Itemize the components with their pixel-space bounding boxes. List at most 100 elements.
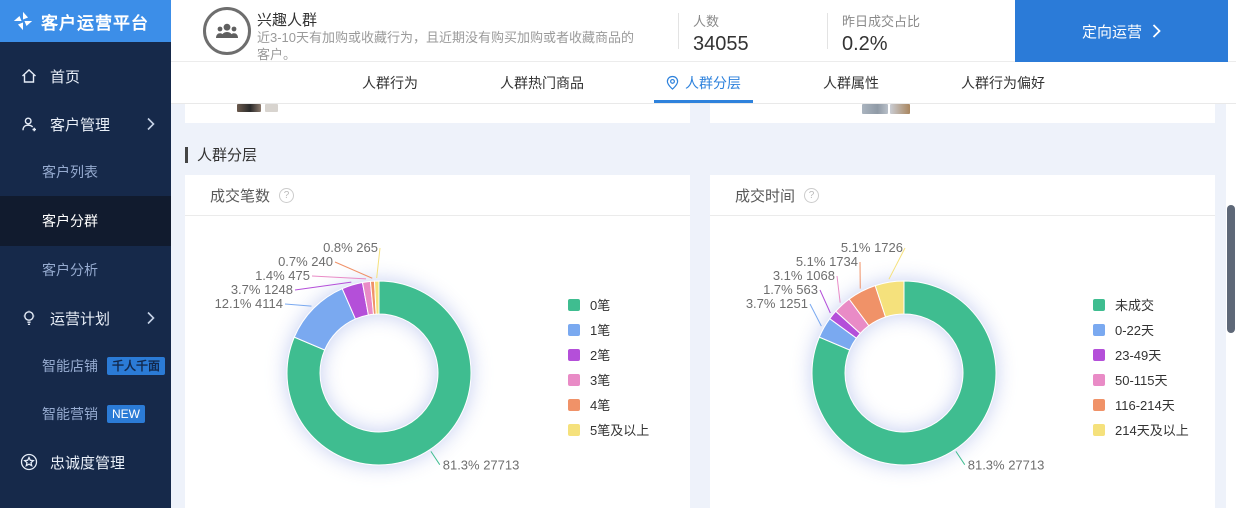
user-icon — [20, 115, 38, 133]
people-group-icon — [213, 20, 241, 42]
legend-swatch — [1093, 399, 1105, 411]
section-accent-bar — [185, 147, 188, 163]
legend-item[interactable]: 3笔 — [568, 367, 649, 392]
section-title: 人群分层 — [197, 144, 257, 165]
legend-item[interactable]: 1笔 — [568, 317, 649, 342]
slice-label: 12.1% 4114 — [215, 296, 283, 311]
chevron-right-icon — [1152, 24, 1161, 38]
product-thumbnail — [237, 104, 261, 112]
sidebar-item-customer-segment[interactable]: 客户分群 — [0, 196, 171, 246]
legend-swatch — [1093, 374, 1105, 386]
slice-label: 0.7% 240 — [278, 254, 333, 269]
tab-segmentation[interactable]: 人群分层 — [654, 62, 753, 103]
sidebar-item-smart-marketing[interactable]: 智能营销 NEW — [0, 390, 171, 438]
slice-label: 81.3% 27713 — [968, 458, 1045, 473]
legend-swatch — [568, 299, 580, 311]
label-leader-line — [285, 304, 311, 306]
sidebar-item-customer-analysis[interactable]: 客户分析 — [0, 246, 171, 294]
divider — [678, 13, 679, 49]
legend-item[interactable]: 未成交 — [1093, 292, 1189, 317]
legend-swatch — [1093, 349, 1105, 361]
legend-item[interactable]: 50-115天 — [1093, 367, 1189, 392]
chart-card-transaction-time: 成交时间 ? 81.3% 27713 3.7% 12511.7% 5633.1% … — [710, 175, 1215, 508]
legend-swatch — [568, 349, 580, 361]
slice-label: 1.4% 475 — [255, 268, 310, 283]
slice-label: 5.1% 1734 — [796, 254, 858, 269]
app-title: 客户运营平台 — [41, 9, 149, 34]
slice-label: 3.7% 1251 — [746, 296, 808, 311]
slice-label: 3.7% 1248 — [231, 282, 293, 297]
help-icon[interactable]: ? — [804, 188, 819, 203]
chart-legend: 0笔 1笔 2笔 3笔 4笔 5笔及以上 — [568, 292, 649, 442]
sidebar-item-loyalty-management[interactable]: 忠诚度管理 — [0, 438, 171, 486]
scrollbar-track[interactable] — [1226, 104, 1236, 508]
audience-name: 兴趣人群 — [257, 9, 317, 30]
tab-behavior-preference[interactable]: 人群行为偏好 — [949, 62, 1057, 103]
home-icon — [20, 67, 38, 85]
legend-item[interactable]: 5笔及以上 — [568, 417, 649, 442]
sidebar: 客户运营平台 首页 客户管理 客户列表 客户分群 客户分析 运营计划 — [0, 0, 171, 508]
label-leader-line — [431, 451, 440, 464]
label-leader-line — [956, 451, 965, 464]
product-thumbnail — [862, 104, 888, 114]
legend-item[interactable]: 0笔 — [568, 292, 649, 317]
badge: 千人千面 — [107, 357, 165, 375]
legend-item[interactable]: 0-22天 — [1093, 317, 1189, 342]
label-leader-line — [335, 262, 372, 278]
chevron-right-icon — [147, 118, 155, 131]
slice-label: 5.1% 1726 — [841, 240, 903, 255]
section-header: 人群分层 — [185, 144, 257, 165]
legend-item[interactable]: 4笔 — [568, 392, 649, 417]
sidebar-item-smart-shop[interactable]: 智能店铺 千人千面 — [0, 342, 171, 390]
label-leader-line — [810, 304, 821, 326]
chart-title: 成交笔数 — [210, 185, 270, 206]
chevron-right-icon — [147, 312, 155, 325]
sidebar-nav: 首页 客户管理 客户列表 客户分群 客户分析 运营计划 智能店铺 千人千面 — [0, 42, 171, 486]
clipped-card — [710, 104, 1215, 123]
badge: NEW — [107, 405, 145, 423]
targeted-operation-button[interactable]: 定向运营 — [1015, 0, 1228, 62]
product-thumbnail — [265, 104, 278, 112]
legend-item[interactable]: 116-214天 — [1093, 392, 1189, 417]
app-logo[interactable]: 客户运营平台 — [0, 0, 171, 42]
sidebar-item-home[interactable]: 首页 — [0, 52, 171, 100]
donut-chart: 81.3% 277133.7% 12511.7% 5633.1% 10685.1… — [710, 216, 1215, 508]
audience-description: 近3-10天有加购或收藏行为，且近期没有购买加购或者收藏商品的客户。 — [257, 29, 637, 63]
label-leader-line — [312, 276, 366, 279]
medal-icon — [20, 453, 38, 471]
sidebar-item-customer-list[interactable]: 客户列表 — [0, 148, 171, 196]
clipped-card — [185, 104, 690, 123]
legend-swatch — [1093, 324, 1105, 336]
sidebar-item-operation-plan[interactable]: 运营计划 — [0, 294, 171, 342]
label-leader-line — [820, 290, 830, 313]
slice-label: 0.8% 265 — [323, 240, 378, 255]
legend-item[interactable]: 23-49天 — [1093, 342, 1189, 367]
divider — [827, 13, 828, 49]
bulb-icon — [20, 309, 38, 327]
help-icon[interactable]: ? — [279, 188, 294, 203]
legend-item[interactable]: 214天及以上 — [1093, 417, 1189, 442]
legend-swatch — [568, 374, 580, 386]
stat-value: 34055 — [693, 33, 749, 56]
legend-swatch — [568, 424, 580, 436]
tab-attributes[interactable]: 人群属性 — [811, 62, 891, 103]
legend-swatch — [568, 324, 580, 336]
label-leader-line — [837, 276, 840, 303]
slice-label: 81.3% 27713 — [443, 458, 520, 473]
tab-behavior[interactable]: 人群行为 — [350, 62, 430, 103]
sidebar-item-customer-management[interactable]: 客户管理 — [0, 100, 171, 148]
slice-label: 3.1% 1068 — [773, 268, 835, 283]
tab-hot-items[interactable]: 人群热门商品 — [488, 62, 596, 103]
legend-item[interactable]: 2笔 — [568, 342, 649, 367]
slice-label: 1.7% 563 — [763, 282, 818, 297]
chart-legend: 未成交 0-22天 23-49天 50-115天 116-214天 214天及以… — [1093, 292, 1189, 442]
chart-title: 成交时间 — [735, 185, 795, 206]
product-thumbnail — [890, 104, 910, 114]
pinwheel-logo-icon — [12, 10, 34, 32]
pin-icon — [666, 75, 679, 91]
chart-card-transaction-count: 成交笔数 ? 81.3% 27713 12.1% 41143.7% 12481.4… — [185, 175, 690, 508]
legend-swatch — [568, 399, 580, 411]
scrollbar-thumb[interactable] — [1227, 205, 1235, 333]
stat-label: 昨日成交占比 — [842, 11, 920, 30]
stat-label: 人数 — [693, 11, 749, 30]
